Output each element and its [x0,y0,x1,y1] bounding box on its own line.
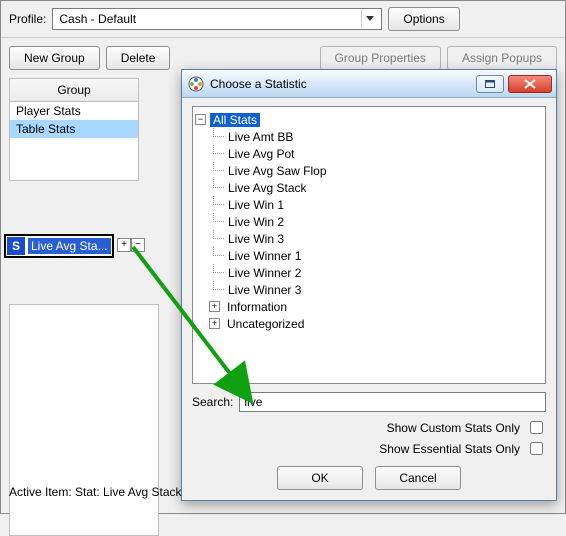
tree-leaf[interactable]: Live Avg Stack [209,179,543,196]
stat-badge-icon: S [7,237,25,255]
tree-leaf[interactable]: Live Winner 3 [209,281,543,298]
tree-leaf-label: Live Win 3 [228,232,284,246]
group-list[interactable]: Player Stats Table Stats [10,102,138,180]
cancel-button[interactable]: Cancel [375,466,461,490]
tree-leaf-label: Live Avg Stack [228,181,307,195]
assign-popups-button[interactable]: Assign Popups [447,46,557,70]
list-item[interactable]: Table Stats [10,120,138,138]
remove-stat-button[interactable]: − [131,238,145,252]
tree-leaf[interactable]: Live Amt BB [209,128,543,145]
tree-leaf-label: Live Winner 1 [228,249,301,263]
selected-stat-token[interactable]: S Live Avg Sta... [4,234,114,258]
stat-tree[interactable]: − All Stats Live Amt BB Live Avg Pot Live … [192,106,546,384]
tree-node-label: Uncategorized [224,317,307,331]
show-custom-check[interactable]: Show Custom Stats Only [387,418,546,437]
tree-leaf-label: Live Win 1 [228,198,284,212]
selected-stat-label: Live Avg Sta... [28,238,111,254]
tree-leaf[interactable]: Live Avg Saw Flop [209,162,543,179]
dialog-titlebar[interactable]: Choose a Statistic [182,70,556,98]
delete-button[interactable]: Delete [106,46,171,70]
tree-leaf-label: Live Winner 2 [228,266,301,280]
options-button[interactable]: Options [388,7,459,31]
tree-leaf-label: Live Avg Pot [228,147,295,161]
profile-value: Cash - Default [59,12,136,26]
profile-label: Profile: [9,12,46,26]
tree-leaf[interactable]: Live Avg Pot [209,145,543,162]
checkbox[interactable] [530,442,543,455]
group-list-header: Group [10,79,138,102]
search-input[interactable] [239,392,546,412]
tree-leaf[interactable]: Live Win 1 [209,196,543,213]
tree-node-all-stats[interactable]: All Stats [210,113,260,127]
tree-leaf[interactable]: Live Winner 2 [209,264,543,281]
tree-leaf-label: Live Win 2 [228,215,284,229]
tree-leaf-label: Live Amt BB [228,130,293,144]
chevron-down-icon [361,10,377,28]
tree-node[interactable]: + Information [209,298,543,315]
app-icon [188,76,204,92]
group-properties-button[interactable]: Group Properties [320,46,441,70]
choose-statistic-dialog: Choose a Statistic − All Stats Live Amt … [181,69,557,501]
tree-leaf[interactable]: Live Win 3 [209,230,543,247]
expand-icon[interactable]: + [209,301,220,312]
list-item[interactable]: Player Stats [10,102,138,120]
collapse-icon[interactable]: − [195,114,206,125]
close-button[interactable] [508,75,552,93]
tree-node[interactable]: + Uncategorized [209,315,543,332]
tree-leaf-label: Live Winner 3 [228,283,301,297]
active-item-status: Active Item: Stat: Live Avg Stack [9,485,182,499]
expand-icon[interactable]: + [209,318,220,329]
layout-canvas[interactable] [9,304,159,536]
tree-node-label: Information [224,300,290,314]
tree-leaf[interactable]: Live Win 2 [209,213,543,230]
show-essential-check[interactable]: Show Essential Stats Only [379,439,546,458]
tree-leaf[interactable]: Live Winner 1 [209,247,543,264]
group-list-panel: Group Player Stats Table Stats [9,78,139,181]
profile-combobox[interactable]: Cash - Default [52,8,382,30]
tree-leaf-label: Live Avg Saw Flop [228,164,327,178]
add-stat-button[interactable]: + [117,238,131,252]
search-label: Search: [192,395,233,409]
checkbox[interactable] [530,421,543,434]
ok-button[interactable]: OK [277,466,363,490]
profile-bar: Profile: Cash - Default Options [1,1,565,38]
new-group-button[interactable]: New Group [9,46,100,70]
dialog-title: Choose a Statistic [210,77,472,91]
maximize-button[interactable] [476,75,504,93]
